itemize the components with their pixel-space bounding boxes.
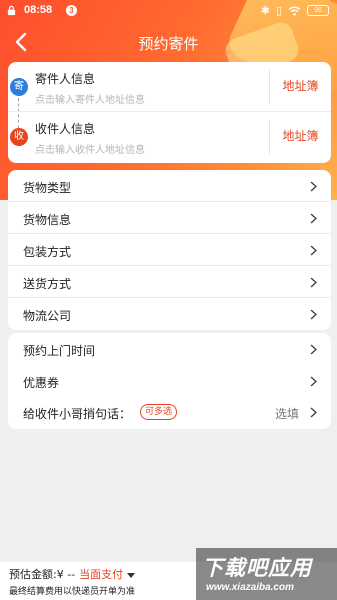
sender-row[interactable]: 寄 寄件人信息 点击输入寄件人地址信息 地址簿	[8, 62, 331, 112]
nav-bar: 预约寄件	[0, 22, 337, 62]
goods-options-card: 货物类型 货物信息 包装方式 送货方式 物流公司	[8, 170, 331, 330]
list-item-label: 给收件小哥捎句话：	[23, 407, 132, 421]
page-title: 预约寄件	[138, 36, 199, 53]
list-item-logistics-company[interactable]: 物流公司	[8, 298, 331, 330]
sender-badge: 寄	[10, 78, 28, 96]
pickup-options-card: 预约上门时间 优惠券 给收件小哥捎句话： 可多选 选填	[8, 333, 331, 429]
dropdown-arrow-icon[interactable]	[127, 572, 136, 578]
status-time: 08:58	[24, 4, 53, 16]
status-bar: 08:58 3 ✱ ▯ 96	[0, 0, 337, 22]
list-item-coupon[interactable]: 优惠券	[8, 365, 331, 397]
list-item-label: 预约上门时间	[23, 344, 96, 358]
lock-icon	[7, 5, 16, 16]
watermark-text: 下载吧应用	[202, 556, 312, 580]
chevron-right-icon	[310, 213, 317, 224]
receiver-address-book-button[interactable]: 地址簿	[270, 127, 331, 144]
chevron-right-icon	[310, 181, 317, 192]
battery-icon: 96	[307, 5, 329, 16]
list-item-label: 优惠券	[23, 376, 60, 390]
chevron-right-icon	[310, 245, 317, 256]
list-item-goods-info[interactable]: 货物信息	[8, 202, 331, 234]
vibrate-icon: ▯	[275, 4, 282, 17]
list-item-label: 货物信息	[23, 213, 72, 227]
multi-select-tag: 可多选	[140, 404, 178, 420]
list-item-pickup-time[interactable]: 预约上门时间	[8, 333, 331, 365]
chevron-right-icon	[310, 344, 317, 355]
receiver-row[interactable]: 收 收件人信息 点击输入收件人地址信息 地址簿	[8, 112, 331, 162]
wifi-icon	[288, 6, 301, 16]
watermark: 下载吧应用 www.xiazaiba.com	[196, 548, 337, 600]
list-item-message[interactable]: 给收件小哥捎句话： 可多选 选填	[8, 396, 331, 428]
settlement-note: 最终结算费用以快递员开单为准	[9, 587, 136, 597]
chevron-right-icon	[310, 309, 317, 320]
list-item-label: 送货方式	[23, 277, 72, 291]
estimated-price: 预估金额:¥ --	[9, 568, 76, 581]
list-item-delivery-method[interactable]: 送货方式	[8, 266, 331, 298]
sender-title: 寄件人信息	[35, 72, 96, 86]
chevron-right-icon	[310, 376, 317, 387]
list-item-label: 物流公司	[23, 309, 72, 323]
list-item-label: 货物类型	[23, 181, 72, 195]
address-card: 寄 寄件人信息 点击输入寄件人地址信息 地址簿 收 收件人信息 点击输入收件人地…	[8, 62, 331, 163]
notification-badge: 3	[66, 5, 77, 16]
watermark-url: www.xiazaiba.com	[206, 582, 294, 593]
receiver-badge: 收	[10, 128, 28, 146]
chevron-right-icon	[310, 277, 317, 288]
chevron-right-icon	[310, 407, 317, 418]
list-item-goods-type[interactable]: 货物类型	[8, 170, 331, 202]
optional-hint: 选填	[274, 407, 299, 421]
receiver-placeholder[interactable]: 点击输入收件人地址信息	[35, 141, 145, 156]
receiver-title: 收件人信息	[35, 122, 96, 136]
payment-method-select[interactable]: 当面支付	[79, 568, 123, 581]
sender-address-book-button[interactable]: 地址簿	[270, 77, 331, 94]
list-item-packaging[interactable]: 包装方式	[8, 234, 331, 266]
bluetooth-icon: ✱	[260, 4, 270, 17]
sender-placeholder[interactable]: 点击输入寄件人地址信息	[35, 91, 145, 106]
list-item-label: 包装方式	[23, 245, 72, 259]
